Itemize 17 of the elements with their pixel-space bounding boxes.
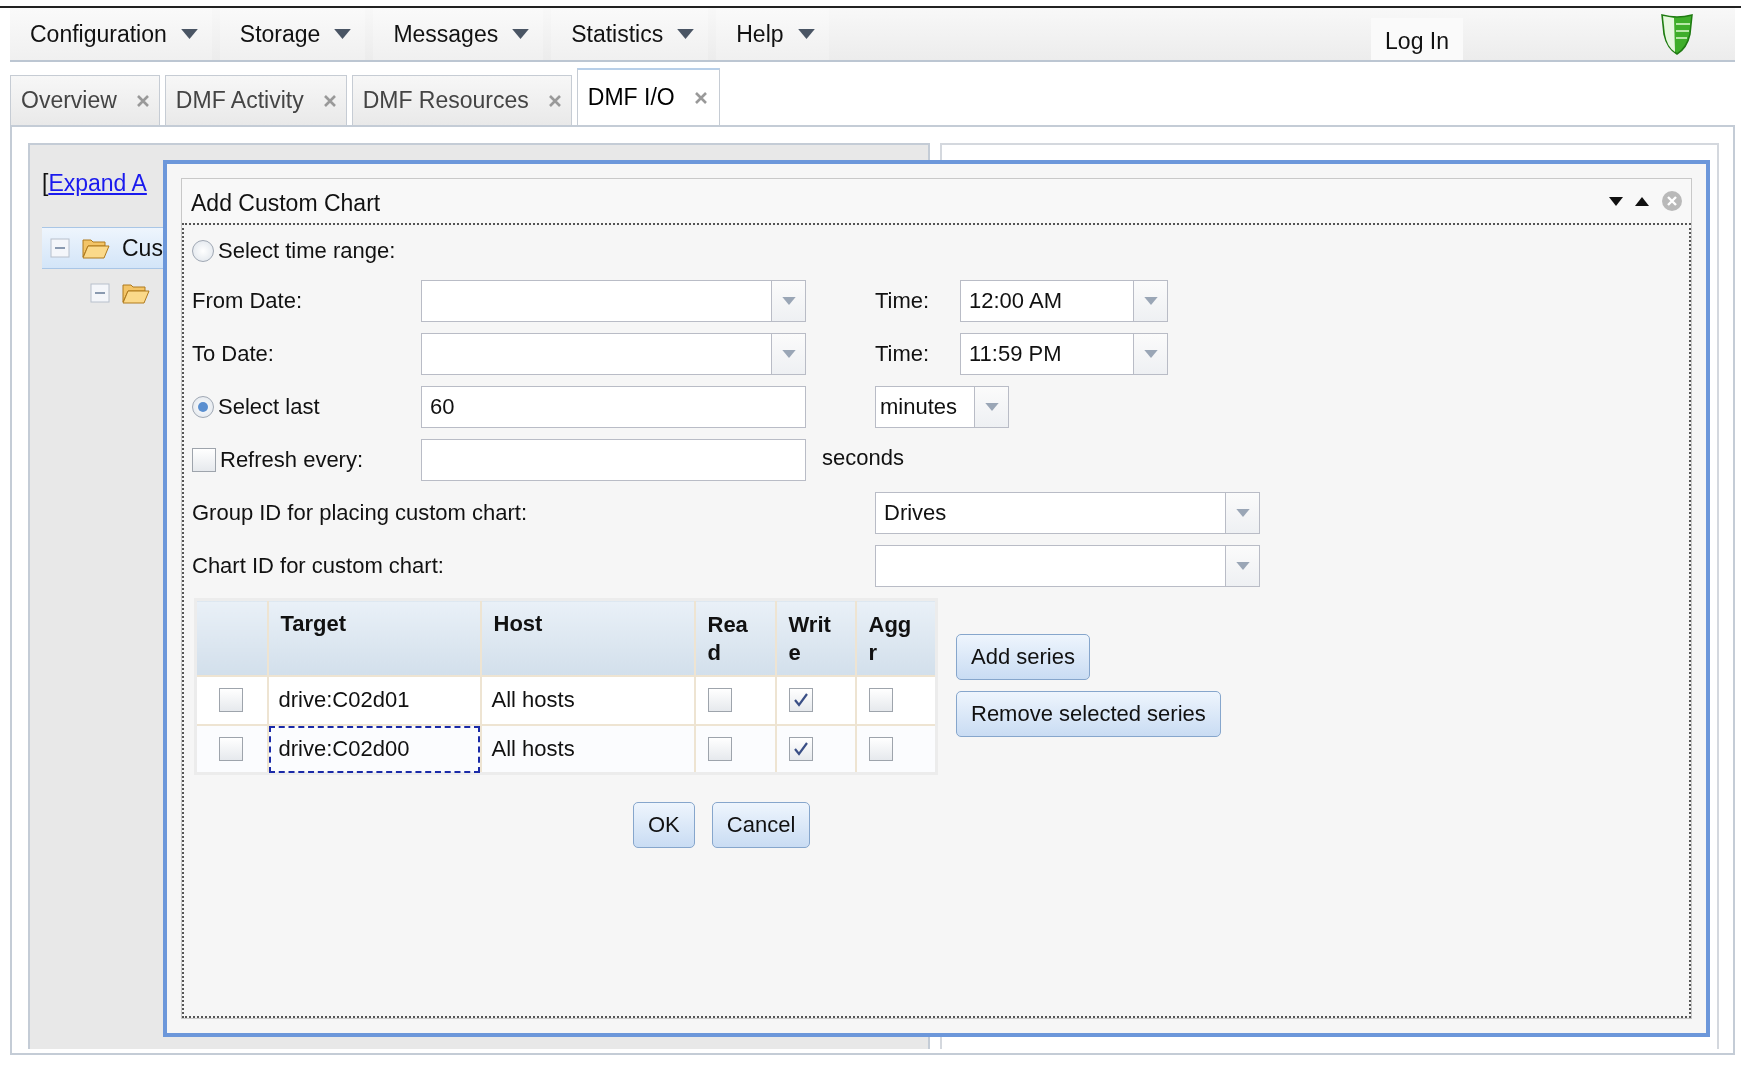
unit-label: seconds [822,445,904,471]
table-cell: All hosts [480,724,695,774]
field-label: Time: [875,288,930,314]
dialog-title: Add Custom Chart [191,188,382,217]
field-label: Refresh every: [220,447,364,473]
field-label: Time: [875,341,930,367]
field-label: Group ID for placing custom chart: [192,500,528,526]
bracket-text: [ [42,169,49,197]
field-label: Select last [218,394,320,420]
table-cell: drive:C02d01 [267,675,481,725]
tree-item-label: Cus [122,234,163,262]
field-label: Select time range: [218,238,396,264]
field-label: From Date: [192,288,303,314]
field-label: Chart ID for custom chart: [192,553,444,579]
table-cell: All hosts [480,675,695,725]
field-label: To Date: [192,341,274,367]
table-cell: drive:C02d00 [267,724,481,774]
